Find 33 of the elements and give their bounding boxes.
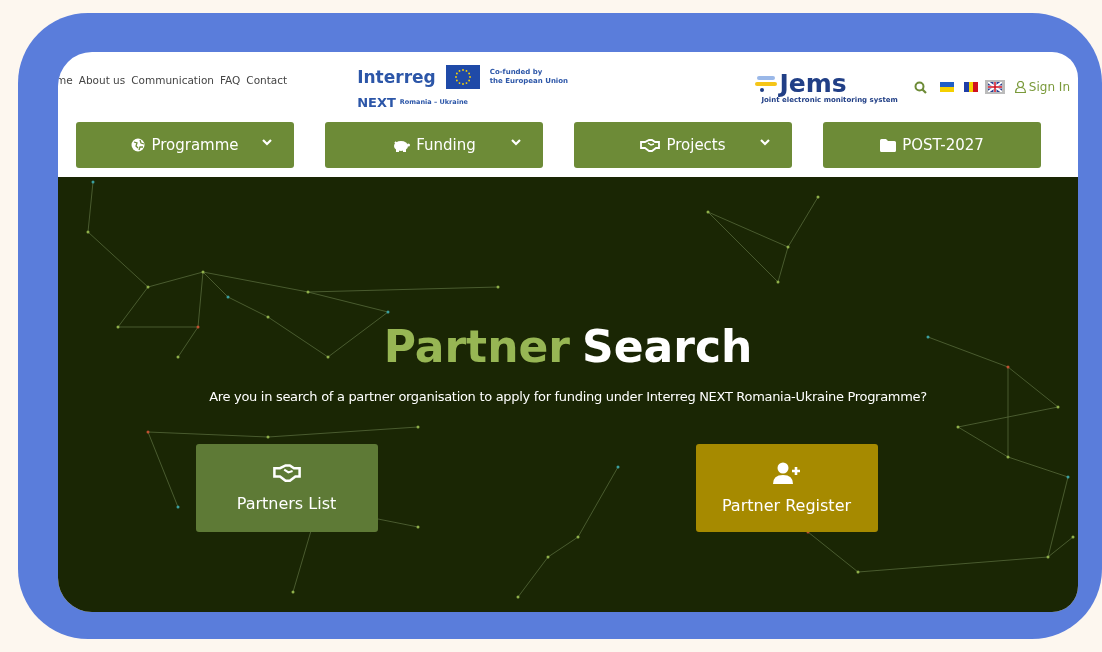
hero-title: Partner xyxy=(383,325,570,369)
logo-text: NEXT xyxy=(357,94,396,110)
nav-link[interactable]: FAQ xyxy=(220,74,241,86)
flag-icon xyxy=(963,82,978,92)
eu-flag-icon xyxy=(445,64,480,89)
handshake-icon xyxy=(272,463,301,482)
user-icon xyxy=(1014,81,1026,93)
action-button[interactable]: Partners List xyxy=(195,444,378,532)
hero-subtitle: Are you in search of a partner organisation to apply for funding under Interreg NEXT Romania-Ukraine Programme? xyxy=(209,389,927,404)
nav-menu-button[interactable]: Funding xyxy=(325,122,543,168)
logo-text: Interreg xyxy=(357,66,436,87)
nav-menu-button[interactable]: Projects xyxy=(574,122,792,168)
user-plus-icon xyxy=(772,461,801,484)
action-button[interactable]: Partner Register xyxy=(695,444,878,532)
chevron-down-icon xyxy=(760,139,770,146)
sign-in-link[interactable]: Sign In xyxy=(1014,80,1070,94)
folder-icon xyxy=(880,138,897,152)
nav-link[interactable]: Contact xyxy=(246,74,288,86)
nav-menu-button[interactable]: POST-2027 xyxy=(823,122,1041,168)
language-button[interactable] xyxy=(984,80,1005,94)
piggy-bank-icon xyxy=(392,138,411,152)
search-icon xyxy=(913,80,927,94)
nav-menu-button[interactable]: Programme xyxy=(76,122,294,168)
handshake-icon xyxy=(640,138,661,152)
flag-icon xyxy=(987,82,1002,92)
nav-link[interactable]: Communication xyxy=(131,74,214,86)
hero-title: Search xyxy=(582,325,753,369)
flag-icon xyxy=(939,82,954,92)
nav-link[interactable]: About us xyxy=(78,74,126,86)
chevron-down-icon xyxy=(262,139,272,146)
logo-text: Jems xyxy=(779,70,847,96)
globe-icon xyxy=(131,138,146,152)
chevron-down-icon xyxy=(511,139,521,146)
